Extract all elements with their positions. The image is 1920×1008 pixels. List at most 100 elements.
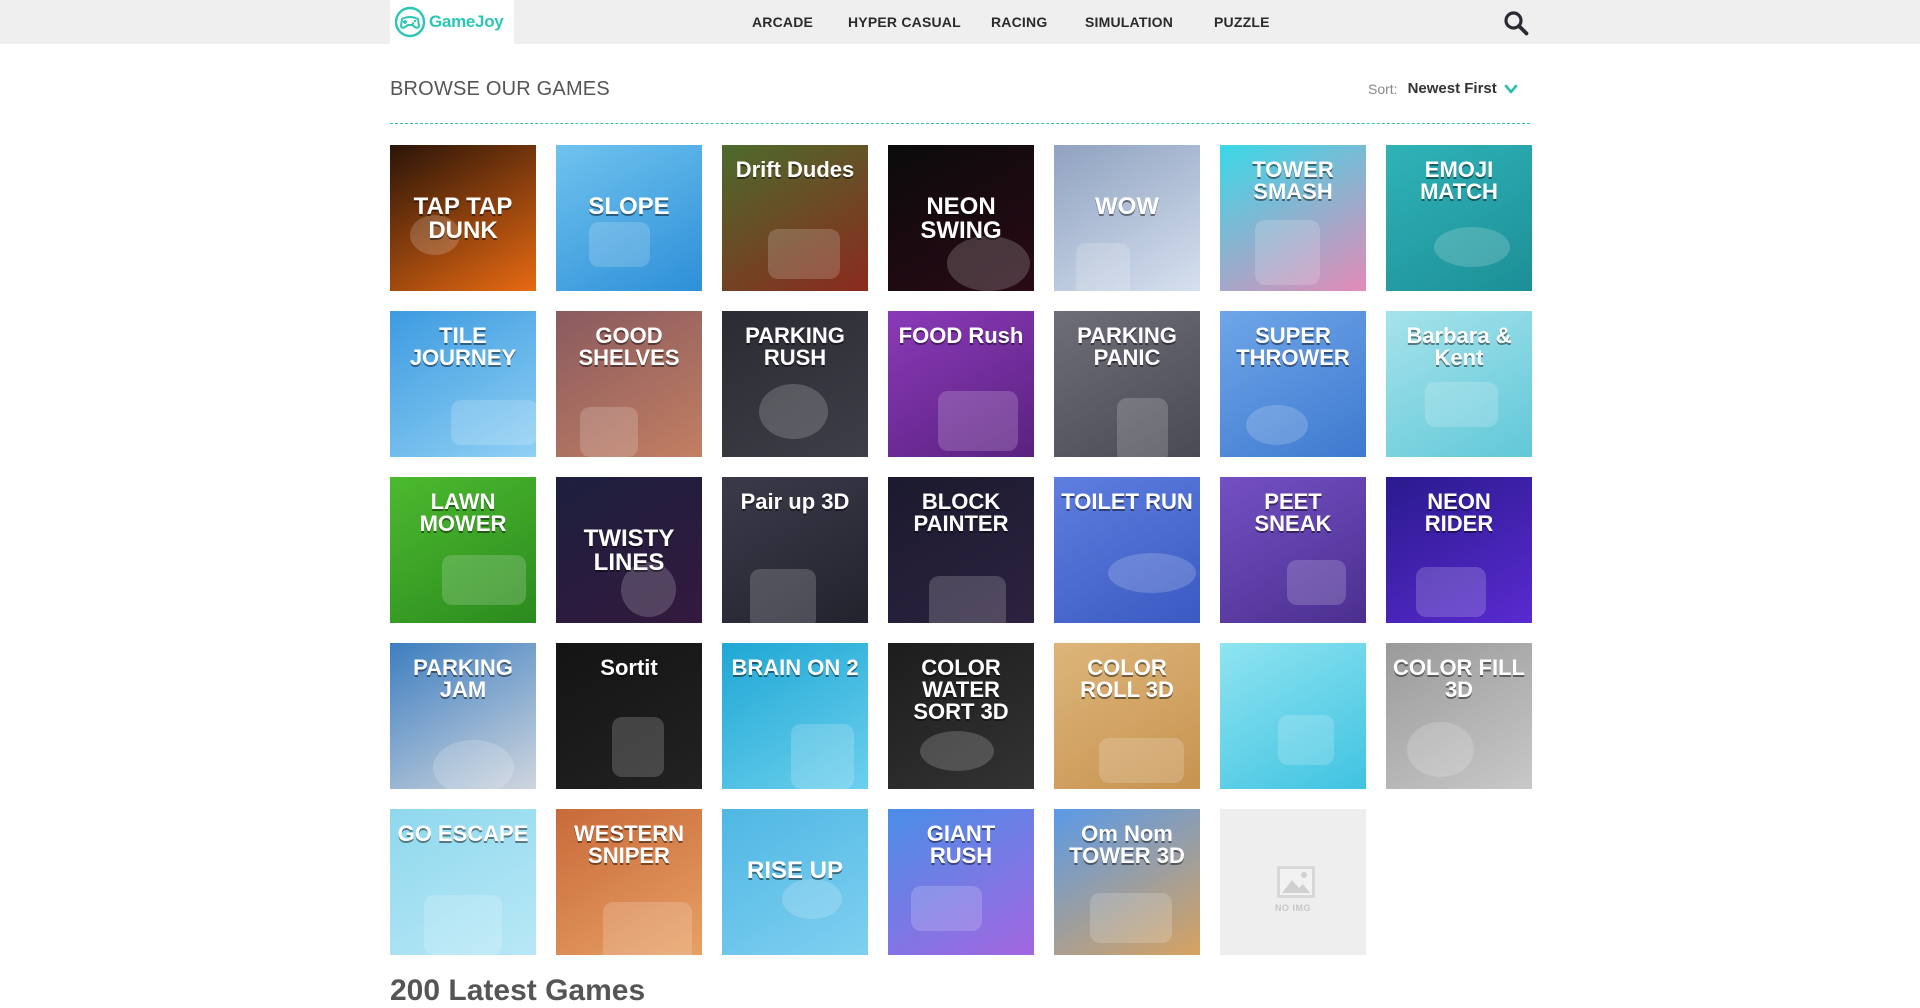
game-title: Sortit <box>600 655 658 680</box>
game-tile[interactable]: PARKING RUSH <box>722 311 868 457</box>
thumbnail-art <box>1407 722 1474 777</box>
game-tile[interactable]: PARKING PANIC <box>1054 311 1200 457</box>
game-title: PARKING JAM <box>413 655 513 702</box>
game-title: TILE JOURNEY <box>409 323 517 370</box>
game-title: TOILET RUN <box>1061 489 1193 514</box>
search-icon[interactable] <box>1503 10 1529 36</box>
game-tile[interactable]: TILE JOURNEY <box>390 311 536 457</box>
game-tile[interactable]: Pair up 3D <box>722 477 868 623</box>
game-title: Pair up 3D <box>740 489 850 514</box>
thumbnail-art <box>612 717 664 777</box>
game-tile[interactable]: FOOD Rush <box>888 311 1034 457</box>
game-title: NEON RIDER <box>1424 489 1494 536</box>
thumbnail-art <box>589 222 650 267</box>
page-title: BROWSE OUR GAMES <box>390 78 610 100</box>
thumbnail-art <box>1076 243 1130 291</box>
game-tile[interactable]: RISE UP <box>722 809 868 955</box>
game-tile[interactable]: GOOD SHELVES <box>556 311 702 457</box>
game-tile[interactable]: Om Nom TOWER 3D <box>1054 809 1200 955</box>
game-tile[interactable]: COLOR WATER SORT 3D <box>888 643 1034 789</box>
thumbnail-art <box>929 576 1006 623</box>
game-title: NEON SWING <box>920 193 1002 244</box>
nav-hyper-casual[interactable]: HYPER CASUAL <box>848 14 961 30</box>
thumbnail-art <box>911 886 982 931</box>
game-tile[interactable]: LAWN MOWER <box>390 477 536 623</box>
game-title: SLOPE <box>588 193 670 220</box>
no-image-label: NO IMG <box>1275 903 1311 913</box>
image-placeholder-icon <box>1277 866 1315 898</box>
game-tile[interactable]: WESTERN SNIPER <box>556 809 702 955</box>
game-tile[interactable]: TOWER SMASH <box>1220 145 1366 291</box>
thumbnail-art <box>1278 715 1334 765</box>
game-title: WOW <box>1095 193 1159 220</box>
thumbnail-art <box>782 879 842 919</box>
game-title: GO ESCAPE <box>397 821 529 846</box>
game-tile[interactable]: TOILET RUN <box>1054 477 1200 623</box>
game-tile[interactable]: Barbara & Kent <box>1386 311 1532 457</box>
game-tile[interactable]: PARKING JAM <box>390 643 536 789</box>
game-title: COLOR ROLL 3D <box>1080 655 1174 702</box>
game-title: COLOR FILL 3D <box>1393 655 1525 702</box>
game-tile[interactable]: WOW <box>1054 145 1200 291</box>
game-tile[interactable]: BRAIN ON 2 <box>722 643 868 789</box>
thumbnail-art <box>920 731 994 771</box>
sort-select-value[interactable]: Newest First <box>1408 80 1497 97</box>
game-tile[interactable]: GIANT RUSH <box>888 809 1034 955</box>
game-tile[interactable]: Sortit <box>556 643 702 789</box>
section-divider <box>390 123 1530 124</box>
chevron-down-icon[interactable] <box>1504 82 1518 96</box>
game-title: LAWN MOWER <box>419 489 507 536</box>
game-tile[interactable]: Drift Dudes <box>722 145 868 291</box>
game-title: WESTERN SNIPER <box>574 821 684 868</box>
game-tile[interactable]: SUPER THROWER <box>1220 311 1366 457</box>
game-title: RISE UP <box>746 857 844 884</box>
game-tile[interactable]: NEON SWING <box>888 145 1034 291</box>
thumbnail-art <box>433 740 514 789</box>
game-title: Om Nom TOWER 3D <box>1069 821 1185 868</box>
game-tile[interactable]: COLOR FILL 3D <box>1386 643 1532 789</box>
thumbnail-art <box>451 400 536 445</box>
game-tile[interactable]: BLOCK PAINTER <box>888 477 1034 623</box>
thumbnail-art <box>759 384 828 439</box>
game-title: TWISTY LINES <box>583 525 675 576</box>
game-title: COLOR WATER SORT 3D <box>913 655 1009 724</box>
game-title: SUPER THROWER <box>1236 323 1350 370</box>
thumbnail-art <box>768 229 840 279</box>
game-tile[interactable]: PEET SNEAK <box>1220 477 1366 623</box>
thumbnail-art <box>603 902 692 955</box>
thumbnail-art <box>1287 560 1346 605</box>
game-title: GOOD SHELVES <box>578 323 680 370</box>
thumbnail-art <box>442 555 526 605</box>
nav-puzzle[interactable]: PUZZLE <box>1214 14 1270 30</box>
game-title: BRAIN ON 2 <box>731 655 859 680</box>
thumbnail-art <box>1246 405 1308 445</box>
game-tile[interactable]: TWISTY LINES <box>556 477 702 623</box>
thumbnail-art <box>1117 398 1168 457</box>
thumbnail-art <box>1099 738 1184 783</box>
game-tile[interactable]: NO IMG <box>1220 809 1366 955</box>
game-title: FOOD Rush <box>898 323 1024 348</box>
game-tile[interactable]: NEON RIDER <box>1386 477 1532 623</box>
game-title: Barbara & Kent <box>1406 323 1512 370</box>
thumbnail-art <box>1090 893 1172 943</box>
nav-simulation[interactable]: SIMULATION <box>1085 14 1173 30</box>
sort-label: Sort: <box>1368 80 1398 97</box>
game-title: PARKING PANIC <box>1077 323 1177 370</box>
nav-racing[interactable]: RACING <box>991 14 1047 30</box>
main-nav: ARCADE HYPER CASUAL RACING SIMULATION PU… <box>0 0 1920 44</box>
game-tile[interactable]: EMOJI MATCH <box>1386 145 1532 291</box>
game-tile[interactable]: TAP TAP DUNK <box>390 145 536 291</box>
thumbnail-art <box>938 391 1018 451</box>
game-title: Drift Dudes <box>735 157 855 182</box>
game-tile[interactable]: SLOPE <box>556 145 702 291</box>
thumbnail-art <box>1108 553 1196 593</box>
nav-arcade[interactable]: ARCADE <box>752 14 813 30</box>
game-tile[interactable]: COLOR ROLL 3D <box>1054 643 1200 789</box>
thumbnail-art <box>424 895 502 955</box>
sort-control[interactable]: Sort: Newest First <box>1368 80 1518 97</box>
game-tile[interactable]: GO ESCAPE <box>390 809 536 955</box>
top-nav-bar: GameJoy ARCADE HYPER CASUAL RACING SIMUL… <box>0 0 1920 44</box>
game-tile[interactable] <box>1220 643 1366 789</box>
game-title: TOWER SMASH <box>1252 157 1334 204</box>
thumbnail-art <box>1255 220 1320 285</box>
